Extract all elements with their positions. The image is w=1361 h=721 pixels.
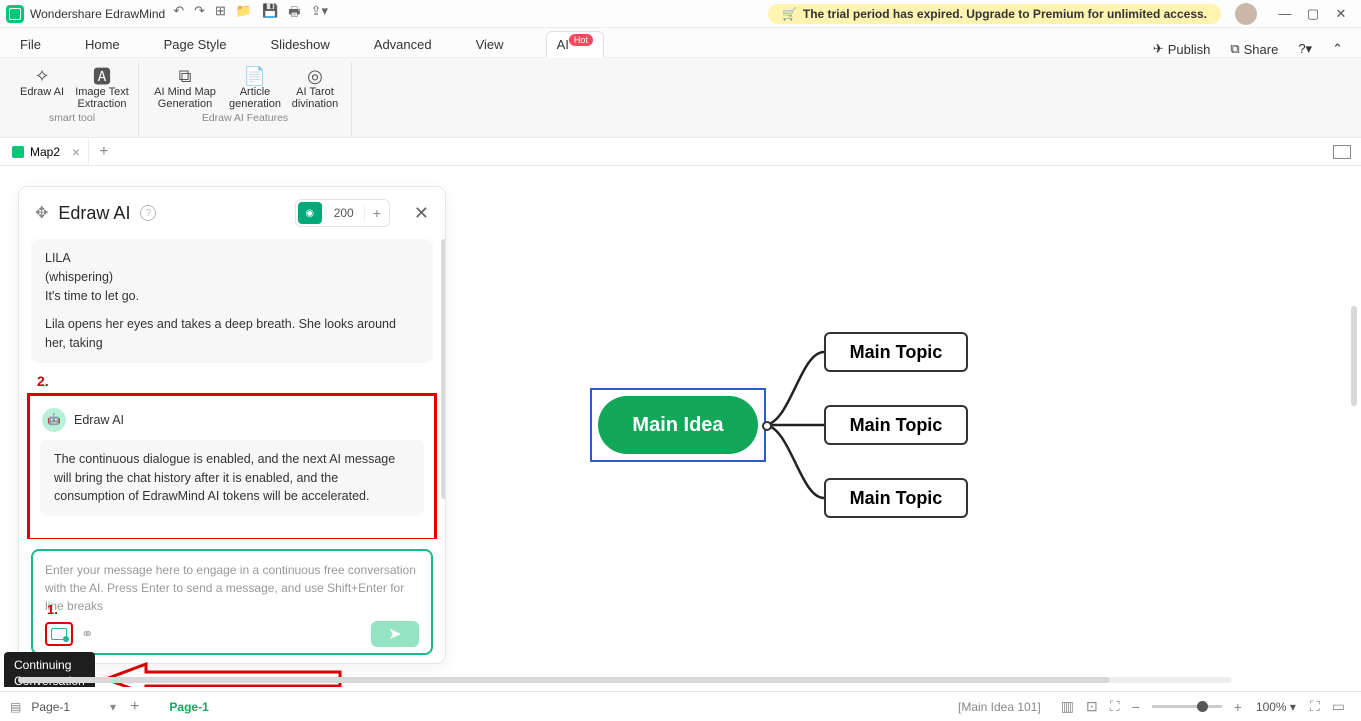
selection-info: [Main Idea 101] [958,700,1041,714]
ai-message-1: LILA (whispering) It's time to let go. L… [31,239,433,363]
send-button[interactable]: ➤ [371,621,419,647]
ai-input-placeholder: Enter your message here to engage in a c… [45,561,419,615]
zoom-in-icon[interactable]: + [1234,699,1242,715]
article-icon: 📄 [244,66,266,86]
menu-slideshow[interactable]: Slideshow [269,32,332,57]
save-icon[interactable]: 💾 [262,3,278,25]
ai-message-2: The continuous dialogue is enabled, and … [40,440,424,516]
share-button[interactable]: ⧉ Share [1230,41,1278,57]
new-icon[interactable]: ⊞ [215,3,226,25]
zoom-slider[interactable] [1152,705,1222,708]
maximize-button[interactable]: ▢ [1299,6,1327,22]
close-tab-icon[interactable]: × [72,144,80,160]
ai-tarot-button[interactable]: ◎ AI Tarotdivination [285,62,345,110]
trial-banner[interactable]: 🛒 The trial period has expired. Upgrade … [768,4,1221,24]
help-icon[interactable]: ? [140,205,156,221]
menu-home[interactable]: Home [83,32,122,57]
open-icon[interactable]: 📁 [236,3,252,25]
menu-advanced[interactable]: Advanced [372,32,434,57]
undo-icon[interactable]: ↶ [173,3,184,25]
export-icon[interactable]: ⇪▾ [311,3,328,25]
move-icon[interactable]: ✥ [35,203,48,223]
cart-icon: 🛒 [782,7,797,21]
doc-icon [12,146,24,158]
status-bar: ▤ Page-1 ▾ + Page-1 [Main Idea 101] ▥ ⊡ … [0,691,1361,721]
token-icon: ◉ [298,202,322,224]
fullscreen-icon[interactable]: ⛶ [1310,698,1320,715]
collapse-ribbon-icon[interactable]: ⌃ [1332,41,1343,57]
image-text-icon: 🅰 [93,66,111,86]
print-icon[interactable]: 🖶 [288,3,300,25]
app-name: Wondershare EdrawMind [30,7,165,21]
topic-node-1[interactable]: Main Topic [824,332,968,372]
tarot-icon: ◎ [307,66,323,86]
annotation-highlight-box: 🤖 Edraw AI The continuous dialogue is en… [27,393,437,539]
user-avatar[interactable] [1235,3,1257,25]
close-panel-icon[interactable]: ✕ [414,203,429,224]
annotation-step-2: 2. [37,373,433,389]
canvas-horizontal-scrollbar[interactable] [18,677,1231,683]
menu-view[interactable]: View [474,32,506,57]
doc-tab-label: Map2 [30,145,60,159]
document-tab[interactable]: Map2 × [4,138,89,165]
fit-page-icon[interactable]: ⊡ [1086,698,1098,715]
add-tokens-button[interactable]: + [364,205,389,221]
add-tab-button[interactable]: + [89,143,118,161]
fit-width-icon[interactable]: ⛶ [1110,698,1120,715]
publish-button[interactable]: ✈ Publish [1153,41,1211,57]
group-label-smart-tool: smart tool [49,112,95,124]
edraw-ai-button[interactable]: ✧ Edraw AI [12,62,72,110]
canvas[interactable]: ✥ Edraw AI ? ◉ 200 + ✕ LILA (whispering)… [0,166,1361,687]
app-icon [6,5,24,23]
connection-handle[interactable] [762,421,772,431]
zoom-value[interactable]: 100% ▾ [1256,700,1296,714]
ai-panel: ✥ Edraw AI ? ◉ 200 + ✕ LILA (whispering)… [18,186,446,664]
panel-toggle-button[interactable] [1333,145,1351,159]
minimize-button[interactable]: — [1271,6,1299,21]
image-text-extraction-button[interactable]: 🅰 Image TextExtraction [72,62,132,110]
page-dropdown-icon[interactable]: ▾ [110,700,116,714]
mindmap-icon: ⧉ [179,66,192,86]
node-link-icon[interactable]: ⚭ [81,625,94,643]
zoom-out-icon[interactable]: − [1132,699,1140,715]
dock-icon[interactable]: ▭ [1332,698,1345,715]
token-value: 200 [324,206,364,220]
annotation-step-1: 1. [47,602,58,617]
menu-page-style[interactable]: Page Style [162,32,229,57]
ai-panel-title: Edraw AI [58,203,130,224]
hot-badge: Hot [569,34,593,46]
menu-file[interactable]: File [18,32,43,57]
main-idea-node[interactable]: Main Idea [598,396,758,454]
ai-sender-name: Edraw AI [74,413,124,427]
canvas-vertical-scrollbar[interactable] [1351,306,1357,406]
active-page-label[interactable]: Page-1 [169,700,208,714]
topic-node-2[interactable]: Main Topic [824,405,968,445]
ai-mind-map-button[interactable]: ⧉ AI Mind MapGeneration [145,62,225,110]
ai-input-area[interactable]: Enter your message here to engage in a c… [31,549,433,655]
menu-ai[interactable]: AIHot [546,31,604,58]
layout-view-icon[interactable]: ▥ [1061,698,1074,715]
topic-node-3[interactable]: Main Topic [824,478,968,518]
help-button[interactable]: ?▾ [1298,41,1312,57]
continuing-conversation-button[interactable] [45,622,73,646]
ai-avatar-icon: 🤖 [42,408,66,432]
redo-icon[interactable]: ↷ [194,3,205,25]
group-label-ai-features: Edraw AI Features [202,112,288,124]
trial-text: The trial period has expired. Upgrade to… [803,7,1207,21]
token-counter: ◉ 200 + [295,199,390,227]
article-generation-button[interactable]: 📄 Articlegeneration [225,62,285,110]
outline-view-icon[interactable]: ▤ [10,700,21,714]
page-selector[interactable]: Page-1 [31,700,70,714]
panel-scrollbar[interactable] [441,239,445,499]
add-page-button[interactable]: + [130,698,139,716]
sparkle-icon: ✧ [34,66,49,86]
close-button[interactable]: ✕ [1327,6,1355,22]
